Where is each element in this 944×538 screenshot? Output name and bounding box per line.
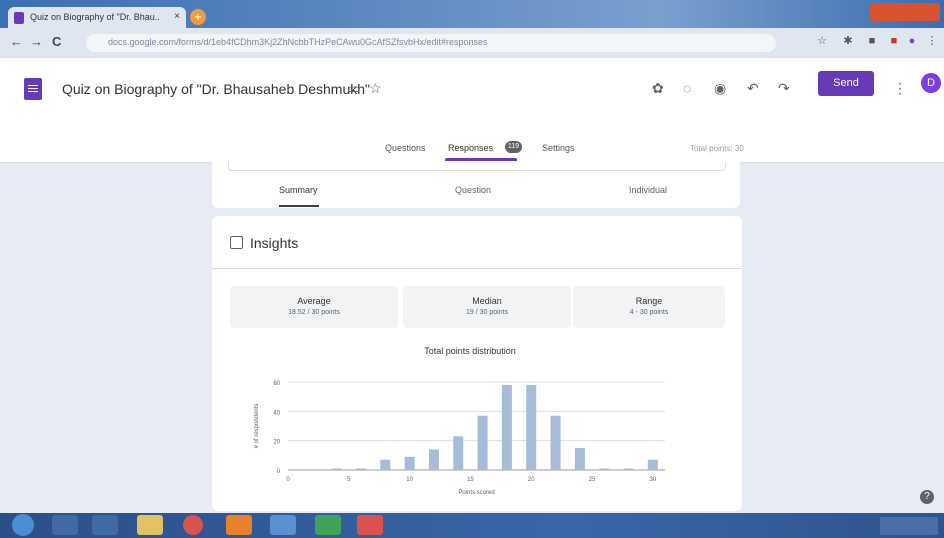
system-clock[interactable]	[880, 517, 938, 535]
x-tick-label: 15	[467, 477, 474, 483]
histogram-bar	[501, 384, 512, 470]
x-tick-label: 30	[649, 477, 656, 483]
histogram-bar	[477, 415, 488, 470]
subtab-question[interactable]: Question	[455, 185, 491, 195]
responses-count-badge: 119	[505, 141, 522, 153]
folder-icon[interactable]: ▭	[347, 80, 360, 97]
x-axis-label: Points scored	[458, 490, 494, 496]
responses-toggle-box	[228, 162, 726, 171]
taskbar-chrome-active-icon[interactable]	[357, 515, 383, 535]
preview-eye-icon[interactable]: ◉	[714, 80, 726, 97]
chart-title: Total points distribution	[424, 346, 516, 356]
address-bar[interactable]: docs.google.com/forms/d/1eb4fCDhm3Kj2ZhN…	[86, 34, 776, 52]
total-points-label: Total points: 30	[690, 144, 744, 153]
subtab-individual[interactable]: Individual	[629, 185, 667, 195]
stat-value: 18.52 / 30 points	[288, 309, 340, 316]
stat-range: Range 4 - 30 points	[573, 286, 725, 328]
taskbar-folder-icon[interactable]	[137, 515, 163, 535]
histogram-bar	[453, 436, 464, 470]
new-tab-button[interactable]: +	[190, 9, 206, 25]
taskbar-excel-icon[interactable]	[315, 515, 341, 535]
x-tick-label: 5	[347, 477, 351, 483]
send-button[interactable]: Send	[818, 71, 874, 96]
y-tick-label: 20	[273, 440, 280, 446]
taskbar-media-icon[interactable]	[92, 515, 118, 535]
y-tick-label: 60	[273, 381, 280, 387]
addon-icon[interactable]: ✿	[652, 80, 664, 97]
help-icon[interactable]: ?	[920, 490, 934, 504]
palette-icon[interactable]: ◌	[683, 80, 691, 96]
stat-median: Median 19 / 30 points	[403, 286, 571, 328]
x-tick-label: 25	[589, 477, 596, 483]
taskbar-app-icon[interactable]	[270, 515, 296, 535]
browser-tab[interactable]: Quiz on Biography of "Dr. Bhau... ×	[8, 7, 186, 28]
x-tick-label: 20	[528, 477, 535, 483]
active-tab-indicator	[445, 158, 517, 161]
forms-doc-icon[interactable]	[24, 78, 42, 100]
tab-close-icon[interactable]: ×	[174, 11, 180, 22]
forms-favicon-icon	[14, 12, 24, 24]
histogram-bar	[355, 468, 366, 470]
undo-icon[interactable]: ↶	[747, 80, 759, 97]
x-tick-label: 10	[406, 477, 413, 483]
bookmark-icon[interactable]: ☆	[816, 35, 828, 47]
x-tick-label: 0	[286, 477, 290, 483]
profile-icon[interactable]: ●	[906, 35, 918, 47]
histogram-bar	[599, 468, 610, 470]
browser-tab-title: Quiz on Biography of "Dr. Bhau...	[30, 12, 160, 22]
subtab-active-indicator	[279, 205, 319, 207]
window-close-button[interactable]	[870, 3, 940, 21]
y-tick-label: 40	[273, 410, 280, 416]
insights-title: Insights	[250, 235, 299, 251]
histogram-bar	[404, 456, 415, 470]
tab-settings[interactable]: Settings	[542, 143, 575, 153]
form-title[interactable]: Quiz on Biography of "Dr. Bhausaheb Desh…	[62, 81, 370, 97]
histogram-bar	[526, 384, 537, 470]
reload-icon[interactable]: C	[52, 34, 61, 49]
subtab-summary[interactable]: Summary	[279, 185, 318, 195]
browser-menu-icon[interactable]: ⋮	[926, 35, 938, 47]
insights-icon	[230, 236, 243, 249]
start-button[interactable]	[12, 514, 34, 536]
puzzle-icon[interactable]: ■	[866, 35, 878, 47]
points-distribution-chart: 0 20 40 60 0 5 10 15 20 25 30 Points scored # of res…	[254, 381, 665, 496]
taskbar-chrome-icon[interactable]	[183, 515, 203, 535]
y-axis-label: # of respondents	[254, 404, 260, 449]
account-avatar[interactable]: D	[921, 73, 941, 93]
histogram-bar	[623, 468, 634, 470]
star-icon[interactable]: ☆	[369, 80, 382, 97]
histogram-bar	[574, 448, 585, 470]
y-tick-label: 0	[277, 469, 281, 475]
more-menu-icon[interactable]: ⋮	[893, 80, 907, 97]
histogram-bar	[550, 415, 561, 470]
tab-questions[interactable]: Questions	[385, 143, 426, 153]
histogram-bar	[647, 459, 658, 470]
stat-average: Average 18.52 / 30 points	[230, 286, 398, 328]
insights-divider	[212, 268, 742, 269]
stat-label: Range	[635, 296, 663, 306]
url-text: docs.google.com/forms/d/1eb4fCDhm3Kj2ZhN…	[108, 37, 488, 47]
forward-icon[interactable]: →	[30, 34, 43, 49]
histogram-bar	[428, 449, 439, 470]
histogram-bar	[331, 468, 342, 470]
tab-responses[interactable]: Responses	[448, 143, 493, 153]
stat-label: Median	[472, 296, 502, 306]
taskbar-explorer-icon[interactable]	[52, 515, 78, 535]
record-icon[interactable]: ■	[888, 35, 900, 47]
stat-value: 4 - 30 points	[629, 309, 669, 316]
redo-icon[interactable]: ↷	[778, 80, 790, 97]
stat-value: 19 / 30 points	[465, 309, 509, 316]
extension-icon[interactable]: ✱	[842, 35, 854, 47]
histogram-bar	[380, 459, 391, 470]
stat-label: Average	[297, 296, 331, 306]
back-icon[interactable]: ←	[10, 34, 23, 49]
taskbar-firefox-icon[interactable]	[226, 515, 252, 535]
